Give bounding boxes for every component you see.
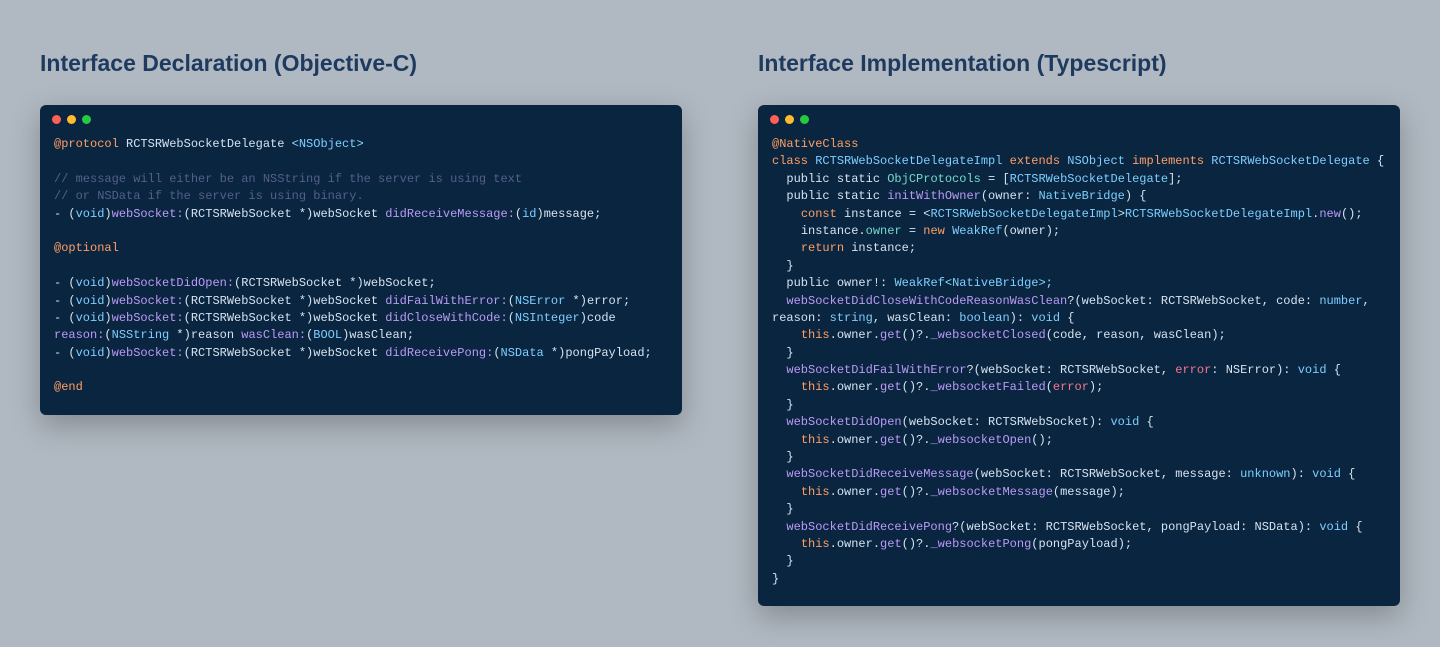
close-icon: [52, 115, 61, 124]
right-column: Interface Implementation (Typescript) @N…: [758, 50, 1400, 606]
minimize-icon: [67, 115, 76, 124]
window-titlebar: [758, 105, 1400, 130]
objc-code: @protocol RCTSRWebSocketDelegate <NSObje…: [40, 130, 682, 415]
maximize-icon: [82, 115, 91, 124]
close-icon: [770, 115, 779, 124]
left-code-window: @protocol RCTSRWebSocketDelegate <NSObje…: [40, 105, 682, 415]
left-heading: Interface Declaration (Objective-C): [40, 50, 682, 77]
comparison-columns: Interface Declaration (Objective-C) @pro…: [40, 50, 1400, 606]
window-titlebar: [40, 105, 682, 130]
ts-code: @NativeClass class RCTSRWebSocketDelegat…: [758, 130, 1400, 606]
right-heading: Interface Implementation (Typescript): [758, 50, 1400, 77]
minimize-icon: [785, 115, 794, 124]
maximize-icon: [800, 115, 809, 124]
left-column: Interface Declaration (Objective-C) @pro…: [40, 50, 682, 606]
right-code-window: @NativeClass class RCTSRWebSocketDelegat…: [758, 105, 1400, 606]
